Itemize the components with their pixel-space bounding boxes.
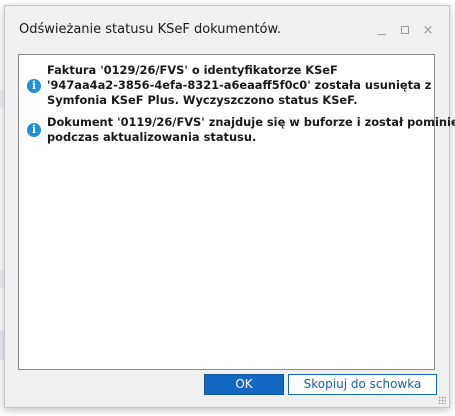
maximize-icon[interactable]: [398, 24, 412, 38]
dialog-titlebar[interactable]: Odświeżanie statusu KSeF dokumentów. ×: [5, 6, 449, 50]
message-text: Dokument '0119/26/FVS' znajduje się w bu…: [47, 115, 455, 145]
info-icon: i: [27, 79, 41, 93]
dialog-title: Odświeżanie statusu KSeF dokumentów.: [19, 22, 282, 37]
message-line: '947aa4a2-3856-4efa-8321-a6eaaff5f0c0' z…: [47, 78, 432, 92]
copy-to-clipboard-button[interactable]: Skopiuj do schowka: [288, 374, 437, 395]
ksef-status-dialog: Odświeżanie statusu KSeF dokumentów. × i…: [4, 5, 455, 408]
message-text: Faktura '0129/26/FVS' o identyfikatorze …: [47, 63, 432, 108]
close-icon[interactable]: ×: [421, 24, 435, 38]
minimize-icon[interactable]: [375, 24, 389, 38]
info-icon: i: [27, 123, 41, 137]
message-line: podczas aktualizowania statusu.: [47, 130, 257, 144]
message-line: Faktura '0129/26/FVS' o identyfikatorze …: [47, 63, 338, 77]
message-line: Symfonia KSeF Plus. Wyczyszczono status …: [47, 93, 358, 107]
message-line: Dokument '0119/26/FVS' znajduje się w bu…: [47, 115, 455, 129]
message-list[interactable]: i Faktura '0129/26/FVS' o identyfikatorz…: [18, 54, 455, 370]
ok-button[interactable]: OK: [204, 374, 284, 395]
resize-grip-icon[interactable]: [438, 396, 446, 404]
